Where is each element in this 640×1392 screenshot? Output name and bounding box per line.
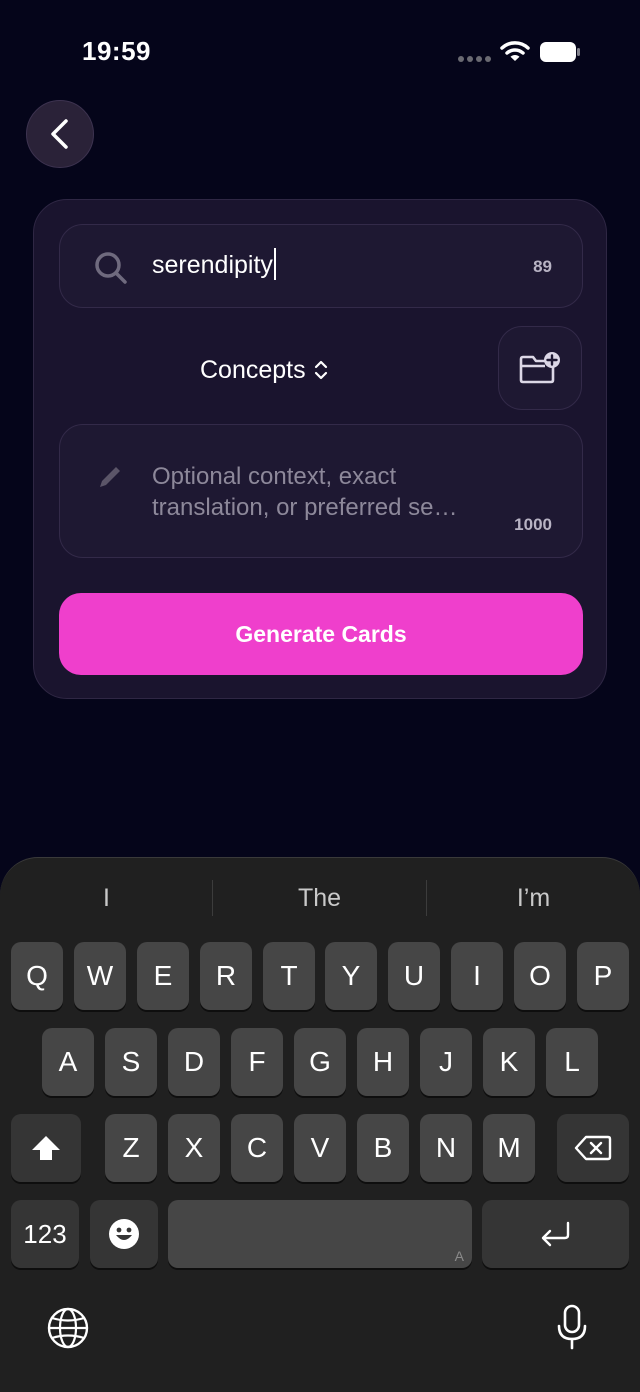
key-m[interactable]: M	[483, 1114, 535, 1182]
search-icon	[95, 252, 127, 284]
chevron-up-down-icon	[314, 360, 327, 380]
key-n[interactable]: N	[420, 1114, 472, 1182]
category-selector[interactable]: Concepts	[200, 350, 328, 390]
generator-card: serendipity 89 Concepts Optional context…	[33, 199, 607, 699]
key-x[interactable]: X	[168, 1114, 220, 1182]
search-char-count: 89	[533, 257, 552, 276]
key-o[interactable]: O	[514, 942, 566, 1010]
key-k[interactable]: K	[483, 1028, 535, 1096]
key-w[interactable]: W	[74, 942, 126, 1010]
suggestion-item[interactable]: I’m	[427, 878, 640, 918]
key-d[interactable]: D	[168, 1028, 220, 1096]
battery-icon	[540, 42, 580, 62]
delete-icon	[574, 1135, 612, 1161]
suggestion-item[interactable]: The	[213, 878, 426, 918]
microphone-icon[interactable]	[556, 1304, 588, 1350]
key-v[interactable]: V	[294, 1114, 346, 1182]
add-folder-button[interactable]	[498, 326, 582, 410]
delete-key[interactable]	[557, 1114, 629, 1182]
status-bar: 19:59	[0, 0, 640, 100]
key-r[interactable]: R	[200, 942, 252, 1010]
category-label: Concepts	[200, 355, 306, 384]
generate-cards-button[interactable]: Generate Cards	[59, 593, 583, 675]
wifi-icon	[500, 41, 530, 61]
space-key-hint: A	[454, 1248, 464, 1264]
key-t[interactable]: T	[263, 942, 315, 1010]
text-caret	[273, 248, 276, 281]
key-j[interactable]: J	[420, 1028, 472, 1096]
return-key[interactable]	[482, 1200, 629, 1268]
key-f[interactable]: F	[231, 1028, 283, 1096]
shift-icon	[32, 1136, 60, 1160]
cellular-signal-icon	[458, 56, 492, 62]
key-q[interactable]: Q	[11, 942, 63, 1010]
key-z[interactable]: Z	[105, 1114, 157, 1182]
key-s[interactable]: S	[105, 1028, 157, 1096]
status-time: 19:59	[82, 36, 151, 66]
space-key[interactable]: A	[168, 1200, 472, 1268]
globe-icon[interactable]	[47, 1307, 89, 1349]
context-textarea[interactable]: Optional context, exact translation, or …	[59, 424, 583, 558]
chevron-left-icon	[51, 119, 68, 149]
key-l[interactable]: L	[546, 1028, 598, 1096]
suggestion-bar: I The I’m	[0, 878, 640, 918]
suggestion-item[interactable]: I	[0, 878, 213, 918]
key-i[interactable]: I	[451, 942, 503, 1010]
key-h[interactable]: H	[357, 1028, 409, 1096]
return-icon	[541, 1221, 569, 1247]
folder-plus-icon	[519, 352, 560, 384]
emoji-key[interactable]	[90, 1200, 158, 1268]
key-e[interactable]: E	[137, 942, 189, 1010]
key-p[interactable]: P	[577, 942, 629, 1010]
shift-key[interactable]	[11, 1114, 81, 1182]
emoji-icon	[109, 1219, 139, 1249]
search-input-value: serendipity	[152, 248, 276, 281]
key-g[interactable]: G	[294, 1028, 346, 1096]
key-y[interactable]: Y	[325, 942, 377, 1010]
key-a[interactable]: A	[42, 1028, 94, 1096]
word-search-field[interactable]: serendipity 89	[59, 224, 583, 308]
context-char-count: 1000	[514, 515, 552, 534]
keyboard: I The I’m Q W E R T Y U I O P A S D F G …	[0, 857, 640, 1392]
context-placeholder: Optional context, exact translation, or …	[152, 463, 458, 521]
pencil-icon	[100, 467, 120, 487]
numbers-key[interactable]: 123	[11, 1200, 79, 1268]
key-u[interactable]: U	[388, 942, 440, 1010]
key-c[interactable]: C	[231, 1114, 283, 1182]
back-button[interactable]	[26, 100, 94, 168]
key-b[interactable]: B	[357, 1114, 409, 1182]
